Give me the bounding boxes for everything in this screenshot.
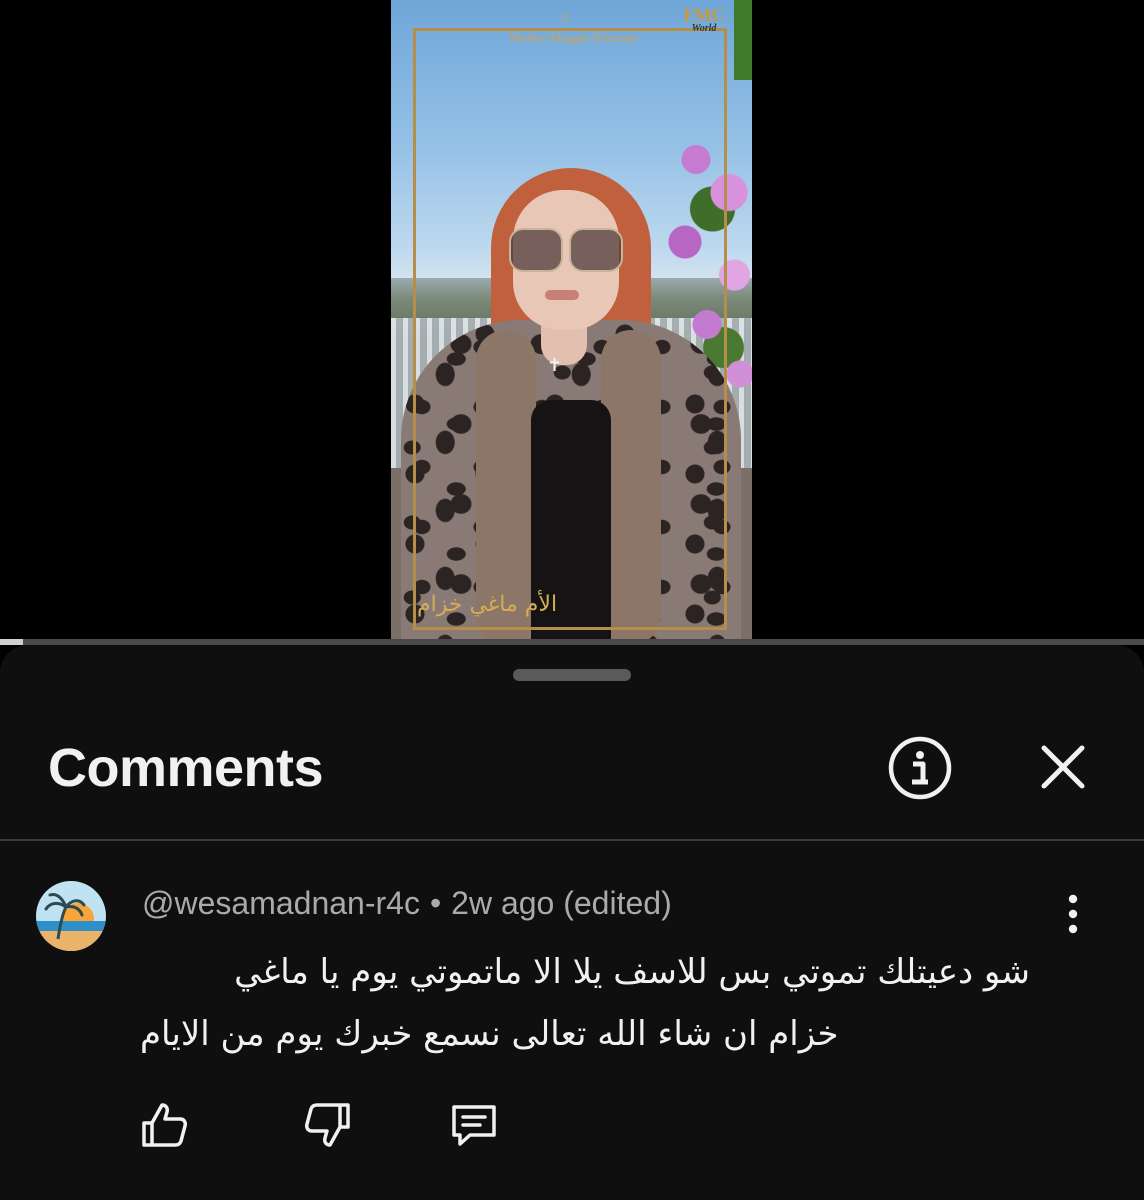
video-frame: ✝ ⌂ Mother Maggie Khozam FMC World الأم … xyxy=(391,0,752,645)
gold-frame xyxy=(413,28,727,630)
leaves xyxy=(734,0,752,80)
avatar[interactable] xyxy=(36,881,106,951)
info-icon xyxy=(888,736,952,800)
dislike-button[interactable] xyxy=(300,1097,356,1153)
like-button[interactable] xyxy=(136,1097,192,1153)
comment-meta: @wesamadnan-r4c • 2w ago (edited) xyxy=(142,885,672,922)
overlay-name: الأم ماغي خزام xyxy=(417,592,558,617)
reply-icon xyxy=(452,1105,496,1146)
more-vertical-icon xyxy=(1068,894,1078,934)
reply-button[interactable] xyxy=(446,1097,502,1153)
channel-logo: FMC World xyxy=(683,5,725,34)
thumbs-down-icon xyxy=(305,1103,350,1147)
comment-time: 2w ago (edited) xyxy=(451,885,672,921)
comment-line: خزام ان شاء الله تعالى نسمع خبرك يوم من … xyxy=(140,1014,839,1054)
comment-body: شو دعيتلك تموتي بس للاسف يلا الا ماتموتي… xyxy=(140,941,1030,1065)
comments-sheet: Comments @wesamadnan-r4c • 2w ago (edited) xyxy=(0,645,1144,1200)
comment-author[interactable]: @wesamadnan-r4c xyxy=(142,885,420,921)
brand-text: Mother Maggie Khozam xyxy=(508,30,638,45)
video-player[interactable]: ✝ ⌂ Mother Maggie Khozam FMC World الأم … xyxy=(0,0,1144,645)
comments-title: Comments xyxy=(48,738,324,798)
beach-avatar-icon xyxy=(36,881,106,951)
meta-separator: • xyxy=(429,885,442,921)
info-button[interactable] xyxy=(888,736,952,800)
progress-fill xyxy=(0,639,23,645)
header-divider xyxy=(0,839,1144,841)
drag-handle[interactable] xyxy=(513,669,631,681)
close-icon xyxy=(1041,745,1085,789)
brand-emblem-icon: ⌂ xyxy=(561,8,571,25)
thumbs-up-icon xyxy=(142,1103,187,1147)
comment-line: شو دعيتلك تموتي بس للاسف يلا الا ماتموتي… xyxy=(234,952,1030,992)
close-button[interactable] xyxy=(1036,740,1090,794)
comment-menu-button[interactable] xyxy=(1054,893,1092,935)
